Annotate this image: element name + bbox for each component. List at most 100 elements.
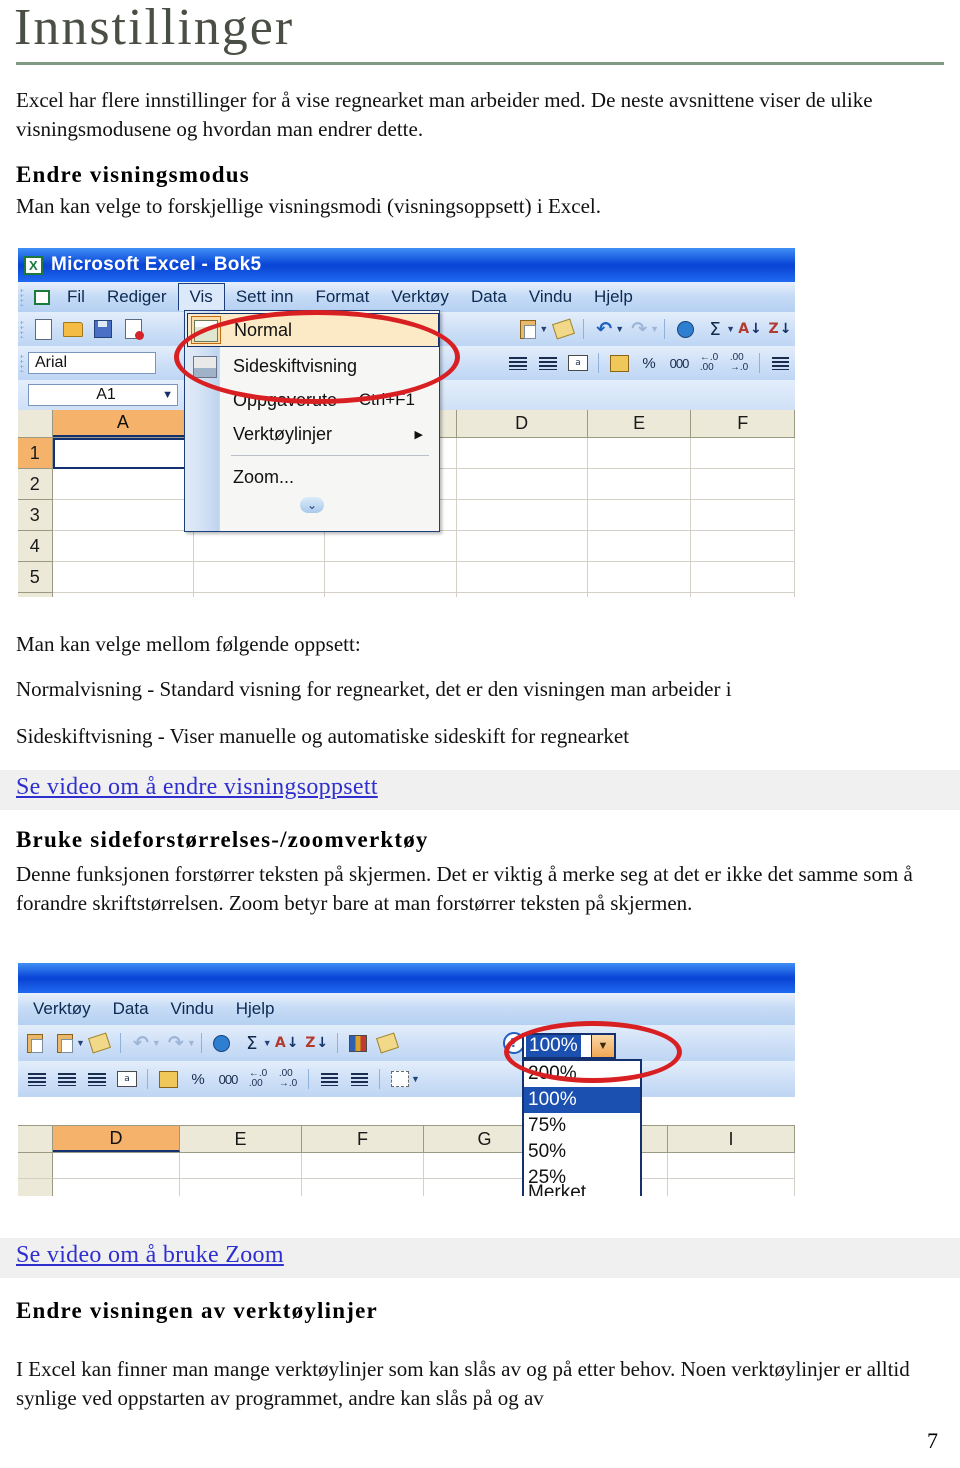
copy-icon[interactable] — [22, 1031, 48, 1055]
menu-item-data-2[interactable]: Data — [102, 999, 160, 1019]
percent-icon[interactable]: % — [636, 351, 662, 375]
menu-option-verktoylinjer[interactable]: Verktøylinjer ▶ — [187, 417, 437, 451]
column-header-f[interactable]: F — [691, 410, 795, 437]
column-header-e-2[interactable]: E — [180, 1126, 302, 1152]
percent-icon-2[interactable]: % — [185, 1067, 211, 1091]
column-header-f-2[interactable]: F — [302, 1126, 424, 1152]
borders-icon[interactable] — [387, 1067, 413, 1091]
cell-d4[interactable] — [456, 531, 588, 562]
cell-a1[interactable] — [52, 438, 195, 469]
save-icon[interactable] — [90, 317, 116, 341]
cell-f6[interactable] — [691, 593, 795, 597]
cell-c5[interactable] — [325, 562, 457, 593]
cell-e6[interactable] — [587, 593, 692, 597]
row-header-2[interactable]: 2 — [18, 469, 53, 500]
comma-style-icon-2[interactable]: 000 — [215, 1067, 241, 1091]
menu-item-fil[interactable]: Fil — [56, 287, 96, 307]
currency-icon[interactable] — [606, 351, 632, 375]
new-document-icon[interactable] — [30, 317, 56, 341]
cell-b5[interactable] — [194, 562, 326, 593]
name-box[interactable]: A1 ▼ — [28, 384, 178, 406]
cell-d-2-2[interactable] — [53, 1179, 180, 1196]
cell-d2[interactable] — [456, 469, 588, 500]
cell-e-2-1[interactable] — [180, 1153, 302, 1179]
cell-e5[interactable] — [587, 562, 692, 593]
cell-c4[interactable] — [325, 531, 457, 562]
column-header-d[interactable]: D — [456, 410, 588, 437]
cell-f-2-1[interactable] — [302, 1153, 424, 1179]
column-header-e[interactable]: E — [587, 410, 692, 437]
cell-f3[interactable] — [691, 500, 795, 531]
increase-decimal-icon-2[interactable]: ←.0.00 — [245, 1067, 271, 1091]
menu-item-verktoy-2[interactable]: Verktøy — [22, 999, 102, 1019]
zoom-option-200[interactable]: 200% — [524, 1061, 640, 1087]
menu-item-hjelp-2[interactable]: Hjelp — [225, 999, 286, 1019]
align-left-icon-2[interactable] — [24, 1067, 50, 1091]
cell-f5[interactable] — [691, 562, 795, 593]
sort-descending-icon-2[interactable]: Z — [304, 1031, 330, 1055]
cell-f1[interactable] — [691, 438, 795, 469]
menu-item-vindu[interactable]: Vindu — [518, 287, 583, 307]
cell-e-2-2[interactable] — [180, 1179, 302, 1196]
menu-option-zoom[interactable]: Zoom... — [187, 460, 437, 494]
format-painter-icon-2[interactable] — [87, 1031, 113, 1055]
corner-select-all[interactable] — [18, 410, 53, 437]
cell-e2[interactable] — [587, 469, 692, 500]
drawing-icon[interactable] — [375, 1031, 401, 1055]
row-header-2-1[interactable] — [18, 1153, 53, 1179]
row-header-3[interactable]: 3 — [18, 500, 53, 531]
column-header-d-2[interactable]: D — [53, 1126, 180, 1152]
video-link-bruke-zoom[interactable]: Se video om å bruke Zoom — [16, 1242, 284, 1269]
paste-icon-2[interactable] — [52, 1031, 78, 1055]
redo-icon-2[interactable]: ↷ — [163, 1031, 189, 1055]
sort-ascending-icon-2[interactable]: A — [274, 1031, 300, 1055]
increase-decimal-icon[interactable]: ←.0.00 — [696, 351, 722, 375]
cell-a6[interactable] — [52, 593, 195, 597]
currency-icon-2[interactable] — [155, 1067, 181, 1091]
align-right-icon[interactable] — [535, 351, 561, 375]
toolbar-grip-handle-2[interactable] — [20, 354, 24, 372]
comma-style-icon[interactable]: 000 — [666, 351, 692, 375]
cell-d6[interactable] — [456, 593, 588, 597]
cell-a2[interactable] — [52, 469, 195, 500]
menu-option-sideskiftvisning[interactable]: Sideskiftvisning — [187, 349, 437, 383]
menu-item-rediger[interactable]: Rediger — [96, 287, 178, 307]
zoom-option-100[interactable]: 100% — [524, 1087, 640, 1113]
menu-item-data[interactable]: Data — [460, 287, 518, 307]
increase-indent-icon[interactable] — [346, 1067, 372, 1091]
row-header-gutter-2[interactable] — [18, 1126, 53, 1152]
row-header-5[interactable]: 5 — [18, 562, 53, 593]
autosum-icon[interactable]: Σ — [702, 317, 728, 341]
sort-ascending-icon[interactable]: A — [737, 317, 763, 341]
cell-d-2-1[interactable] — [53, 1153, 180, 1179]
merge-and-center-icon-2[interactable]: a — [114, 1067, 140, 1091]
decrease-decimal-icon-2[interactable]: .00 →.0 — [275, 1067, 301, 1091]
cell-a3[interactable] — [52, 500, 195, 531]
row-header-1[interactable]: 1 — [18, 438, 53, 469]
chart-wizard-icon[interactable] — [345, 1031, 371, 1055]
font-name-field[interactable]: Arial — [28, 352, 156, 374]
menu-item-format[interactable]: Format — [304, 287, 380, 307]
menu-item-verktoy[interactable]: Verktøy — [380, 287, 460, 307]
align-right-icon-2[interactable] — [84, 1067, 110, 1091]
zoom-option-merket-omrade[interactable]: Merket område — [524, 1182, 640, 1196]
cell-i-2-1[interactable] — [668, 1153, 795, 1179]
align-center-icon-2[interactable] — [54, 1067, 80, 1091]
hyperlink-icon-2[interactable] — [209, 1031, 235, 1055]
cell-f2[interactable] — [691, 469, 795, 500]
menu-item-hjelp[interactable]: Hjelp — [583, 287, 644, 307]
menu-option-oppgaverute[interactable]: Oppgaverute Ctrl+F1 — [187, 383, 437, 417]
sort-descending-icon[interactable]: Z — [767, 317, 793, 341]
decrease-decimal-icon[interactable]: .00 →.0 — [726, 351, 752, 375]
menu-item-vis[interactable]: Vis — [177, 283, 225, 311]
format-painter-icon[interactable] — [550, 317, 576, 341]
row-header-2-2[interactable] — [18, 1179, 53, 1196]
print-preview-icon[interactable] — [120, 317, 146, 341]
double-chevron-down-icon[interactable]: ⌄ — [300, 497, 324, 513]
menu-grip-handle[interactable] — [20, 288, 24, 306]
menu-item-sett-inn[interactable]: Sett inn — [225, 287, 305, 307]
video-link-endre-visningsoppsett[interactable]: Se video om å endre visningsoppsett — [16, 774, 378, 801]
undo-icon[interactable]: ↶ — [591, 317, 617, 341]
undo-icon-2[interactable]: ↶ — [128, 1031, 154, 1055]
cell-e4[interactable] — [587, 531, 692, 562]
